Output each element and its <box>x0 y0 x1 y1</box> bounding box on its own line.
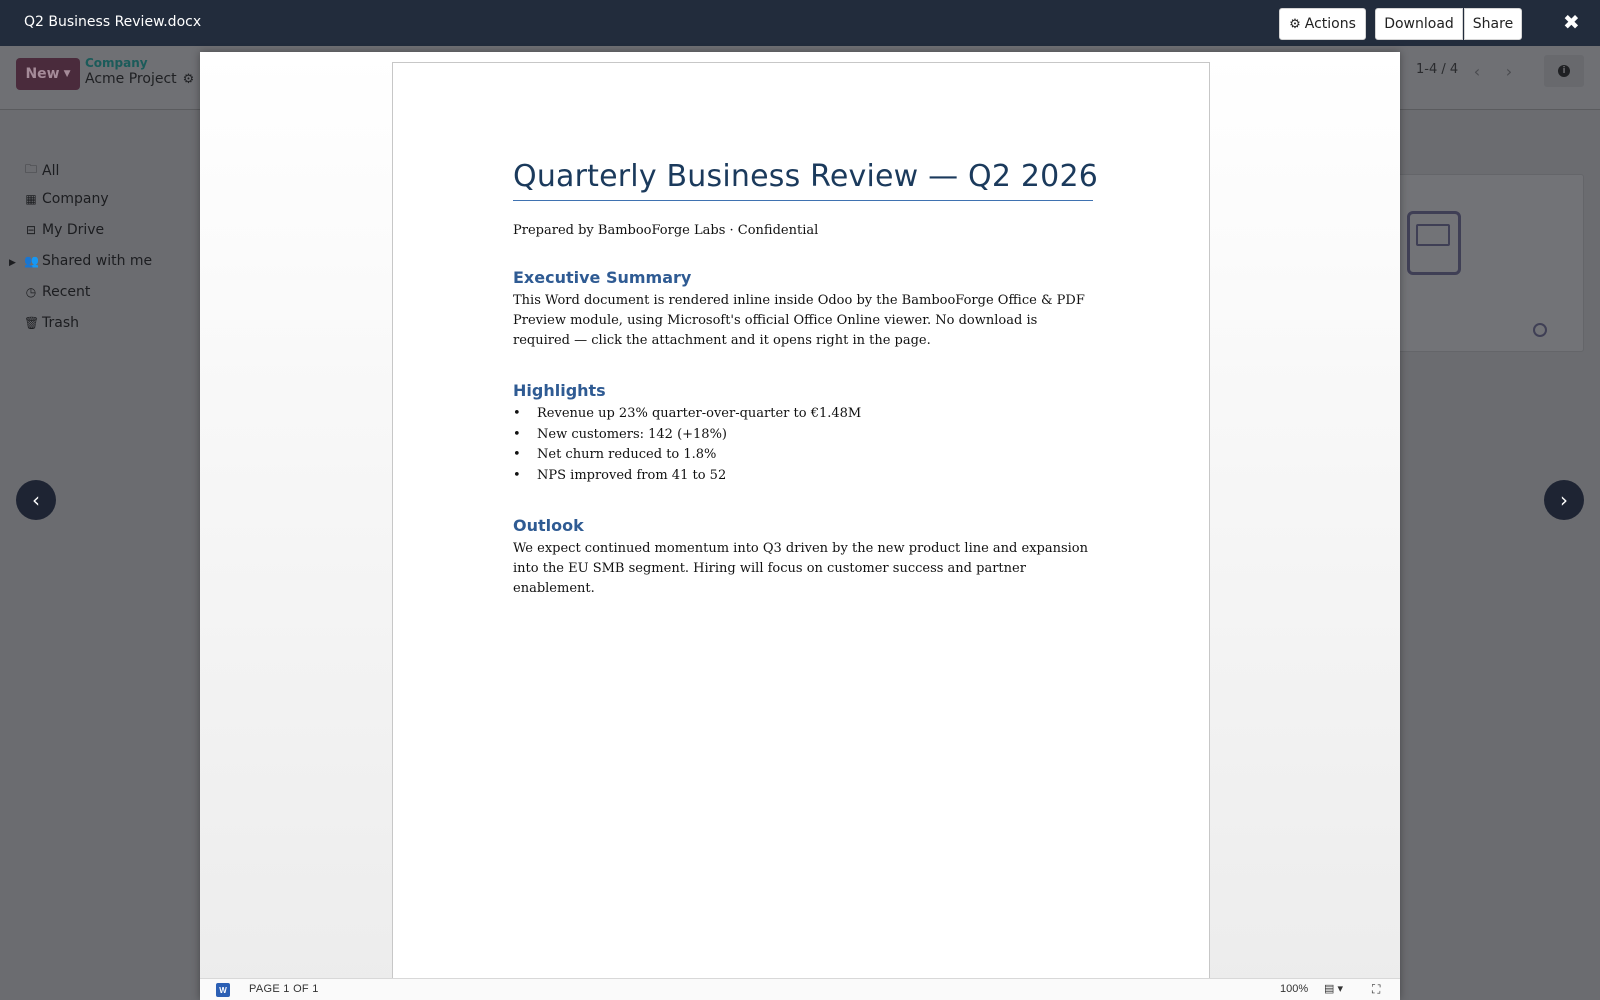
section-body: This Word document is rendered inline in… <box>513 293 1085 348</box>
caret-down-icon: ▼ <box>63 69 71 79</box>
sidebar-item-label: Recent <box>42 284 91 300</box>
zoom-level[interactable]: 100% <box>1280 983 1308 995</box>
sidebar-item-label: My Drive <box>42 222 105 238</box>
clock-icon[interactable] <box>1533 323 1547 337</box>
sidebar-item-company[interactable]: ▦ Company <box>24 191 109 207</box>
gear-icon: ⚙ <box>1289 16 1301 32</box>
highlights-list: • Revenue up 23% quarter-over-quarter to … <box>513 404 1093 486</box>
document-content: Quarterly Business Review — Q2 2026 Prep… <box>513 159 1098 599</box>
next-document-button[interactable]: › <box>1544 480 1584 520</box>
pager-prev-icon[interactable]: ‹ <box>1464 58 1490 84</box>
list-item-text: NPS improved from 41 to 52 <box>537 467 727 483</box>
section-heading: Outlook <box>513 516 584 535</box>
close-icon[interactable]: ✖ <box>1563 10 1580 34</box>
document-card[interactable] <box>1396 174 1584 352</box>
pager-next-icon[interactable]: › <box>1496 58 1522 84</box>
fit-to-window-icon[interactable]: ⛶ <box>1372 982 1380 997</box>
new-button-label: New <box>25 66 60 82</box>
sidebar-item-label: Shared with me <box>42 253 153 269</box>
trash-icon: 🗑 <box>24 316 40 330</box>
download-button[interactable]: Download <box>1375 8 1463 40</box>
info-button[interactable]: i <box>1544 55 1584 87</box>
list-item-text: Revenue up 23% quarter-over-quarter to €… <box>537 406 862 421</box>
preview-header: Q2 Business Review.docx ⚙ Actions Downlo… <box>0 0 1600 46</box>
sidebar-item-recent[interactable]: ◷ Recent <box>24 284 91 300</box>
document-subtitle: Prepared by BambooForge Labs · Confident… <box>513 223 819 238</box>
list-item-text: Net churn reduced to 1.8% <box>537 447 717 462</box>
sidebar-item-trash[interactable]: 🗑 Trash <box>24 315 79 331</box>
share-label: Share <box>1472 16 1514 32</box>
list-item-text: New customers: 142 (+18%) <box>537 426 727 442</box>
info-icon: i <box>1558 65 1570 77</box>
section-heading: Highlights <box>513 381 606 400</box>
share-button[interactable]: Share <box>1464 8 1522 40</box>
folder-sidebar: ▶ 🗀 All ▦ Company ⊟ My Drive 👥 Shared wi… <box>0 110 200 1000</box>
chevron-left-icon: ‹ <box>32 488 40 512</box>
breadcrumb-current: Acme Project ⚙ <box>85 71 194 87</box>
sidebar-item-label: All <box>42 162 60 179</box>
section-body: We expect continued momentum into Q3 dri… <box>513 541 1089 596</box>
list-item: • New customers: 142 (+18%) <box>513 426 727 442</box>
document-title: Quarterly Business Review — Q2 2026 <box>513 159 1098 201</box>
folder-icon: 🗀 <box>24 162 37 176</box>
actions-label: Actions <box>1304 16 1356 32</box>
list-item: • NPS improved from 41 to 52 <box>513 467 727 483</box>
breadcrumb-parent[interactable]: Company <box>85 56 148 70</box>
sidebar-item-shared[interactable]: 👥 Shared with me <box>24 253 152 269</box>
building-icon: ▦ <box>25 192 37 206</box>
clock-icon: ◷ <box>25 285 37 299</box>
hdd-icon: ⊟ <box>25 223 37 237</box>
breadcrumb-current-label: Acme Project <box>85 71 177 87</box>
sidebar-item-all[interactable]: 🗀 All <box>24 160 59 181</box>
document-page: Quarterly Business Review — Q2 2026 Prep… <box>392 62 1210 982</box>
pager-value: 1-4 / 4 <box>1416 62 1459 77</box>
actions-button[interactable]: ⚙ Actions <box>1279 8 1366 40</box>
users-icon: 👥 <box>24 254 39 268</box>
file-name: Q2 Business Review.docx <box>24 14 202 30</box>
section-heading: Executive Summary <box>513 268 692 287</box>
previous-document-button[interactable]: ‹ <box>16 480 56 520</box>
office-viewer: Quarterly Business Review — Q2 2026 Prep… <box>200 52 1400 1000</box>
sidebar-item-label: Trash <box>42 315 79 331</box>
image-file-icon <box>1407 211 1461 275</box>
view-mode-icon[interactable]: ▤ ▾ <box>1324 982 1343 995</box>
download-label: Download <box>1384 16 1454 32</box>
sidebar-item-label: Company <box>42 191 109 207</box>
caret-right-icon[interactable]: ▶ <box>9 258 16 268</box>
viewer-status-bar: W PAGE 1 OF 1 100% ▤ ▾ ⛶ <box>200 978 1400 1000</box>
word-app-icon: W <box>216 983 230 997</box>
page-indicator: PAGE 1 OF 1 <box>249 983 319 995</box>
gear-icon[interactable]: ⚙ <box>183 72 195 87</box>
chevron-right-icon: › <box>1560 488 1568 512</box>
new-button[interactable]: New ▼ <box>16 58 80 90</box>
sidebar-item-my-drive[interactable]: ⊟ My Drive <box>24 222 104 238</box>
list-item: • Revenue up 23% quarter-over-quarter to … <box>513 406 862 421</box>
list-item: • Net churn reduced to 1.8% <box>513 447 717 462</box>
